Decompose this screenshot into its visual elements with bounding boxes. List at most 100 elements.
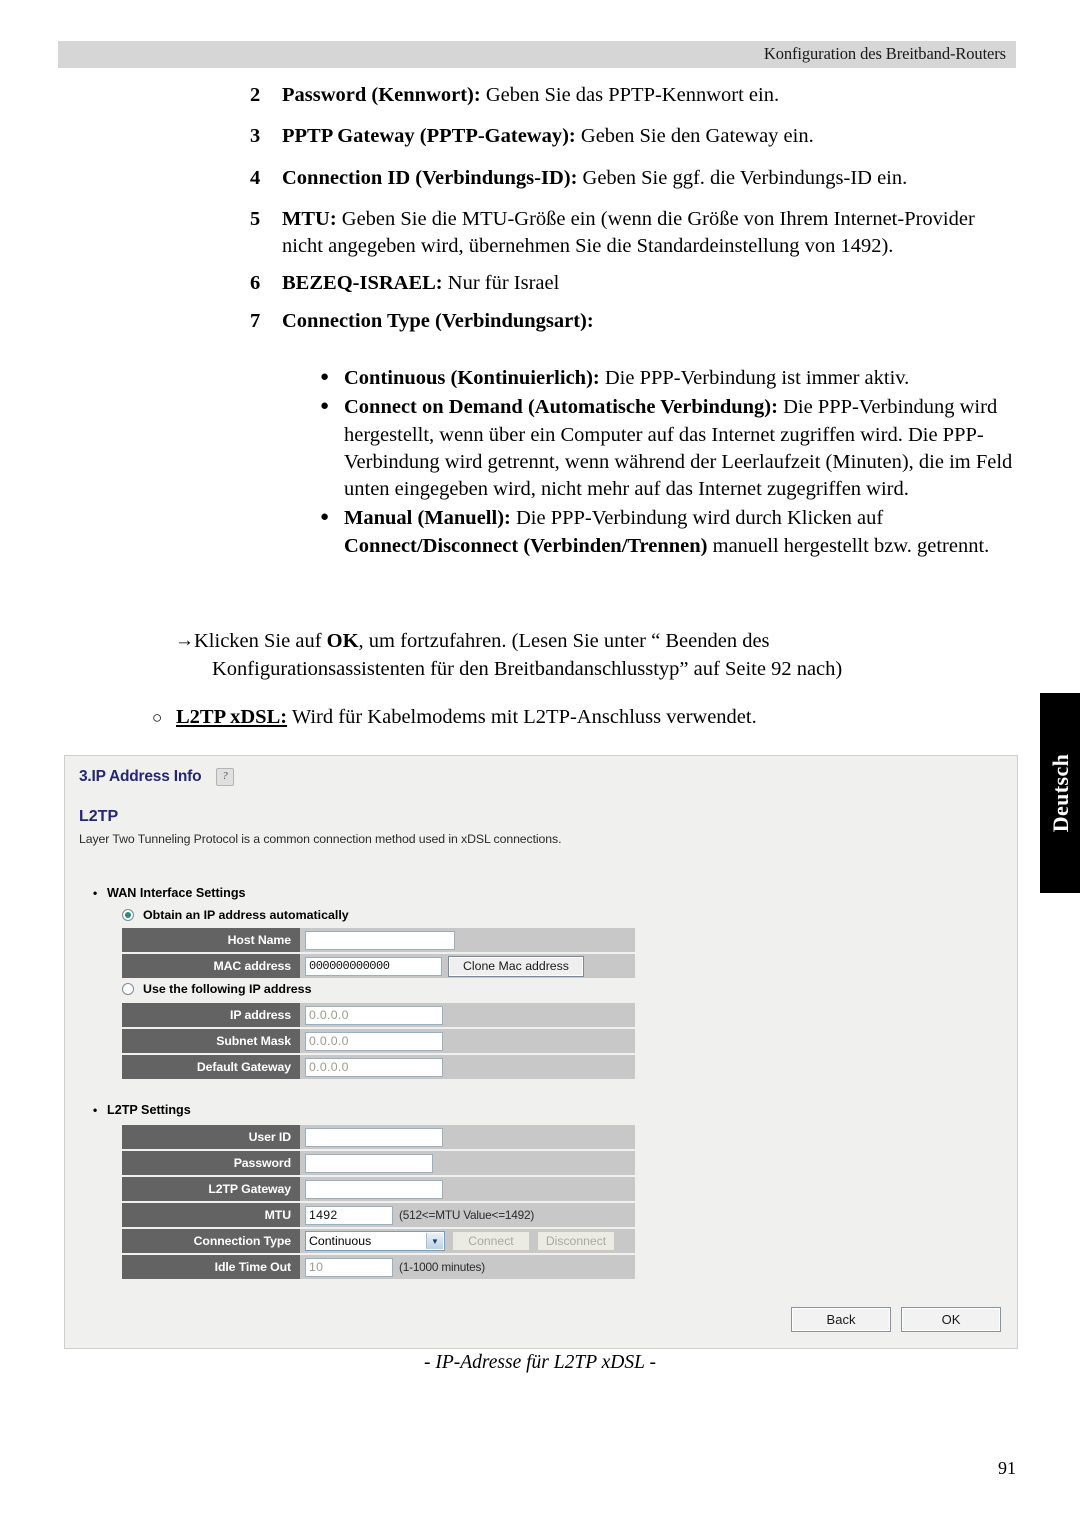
step-item: 7 Connection Type (Verbindungsart):: [250, 308, 1020, 335]
step-body: Password (Kennwort): Geben Sie das PPTP-…: [282, 82, 1020, 109]
page-number: 91: [998, 1458, 1016, 1478]
step-text: Geben Sie die MTU-Größe ein (wenn die Gr…: [282, 207, 975, 257]
connect-button[interactable]: Connect: [452, 1231, 530, 1251]
step-item: 6 BEZEQ-ISRAEL: Nur für Israel: [250, 270, 1020, 297]
mac-address-input[interactable]: 000000000000: [305, 956, 442, 976]
router-config-screenshot: 3.IP Address Info ? L2TP Layer Two Tunne…: [64, 755, 1018, 1349]
bullet-bold-term-2: Connect/Disconnect (Verbinden/Trennen): [344, 534, 708, 557]
radio-use-following-ip-icon[interactable]: [122, 983, 134, 995]
step-text: Geben Sie das PPTP-Kennwort ein.: [480, 84, 780, 106]
host-name-input[interactable]: [305, 930, 455, 950]
connection-type-select[interactable]: Continuous ▼: [305, 1231, 445, 1251]
group-heading-wan-interface-settings: • WAN Interface Settings: [93, 886, 246, 900]
step-bold-term: Connection Type (Verbindungsart):: [282, 309, 594, 332]
step-body: Connection Type (Verbindungsart):: [282, 308, 1020, 335]
step-body: PPTP Gateway (PPTP-Gateway): Geben Sie d…: [282, 123, 1020, 150]
bullet-item: ● Connect on Demand (Automatische Verbin…: [320, 394, 1020, 503]
ok-button[interactable]: OK: [901, 1307, 1001, 1332]
field-label-connection-type: Connection Type: [122, 1229, 300, 1253]
step-item: 2 Password (Kennwort): Geben Sie das PPT…: [250, 82, 1020, 109]
l2tp-gateway-input[interactable]: [305, 1179, 443, 1199]
radio-obtain-ip-automatically-label: Obtain an IP address automatically: [143, 908, 349, 922]
field-row-subnet-mask: Subnet Mask 0.0.0.0: [122, 1029, 635, 1053]
field-row-mac-address: MAC address 000000000000 Clone Mac addre…: [122, 954, 635, 978]
l2tp-xdsl-body: L2TP xDSL: Wird für Kabelmodems mit L2TP…: [176, 706, 757, 729]
step-item: 3 PPTP Gateway (PPTP-Gateway): Geben Sie…: [250, 123, 1020, 150]
ok-instruction-pre: Klicken Sie auf: [194, 630, 327, 652]
field-row-connection-type: Connection Type Continuous ▼ Connect Dis…: [122, 1229, 635, 1253]
section-description: Layer Two Tunneling Protocol is a common…: [79, 832, 562, 846]
numbered-step-list: 2 Password (Kennwort): Geben Sie das PPT…: [250, 82, 1020, 339]
step-item: 5 MTU: Geben Sie die MTU-Größe ein (wenn…: [250, 206, 1020, 261]
bullet-item: ● Continuous (Kontinuierlich): Die PPP-V…: [320, 365, 1020, 392]
radio-obtain-ip-automatically-icon[interactable]: [122, 909, 134, 921]
group-heading-label: WAN Interface Settings: [107, 886, 246, 900]
help-icon[interactable]: ?: [216, 768, 234, 786]
back-button[interactable]: Back: [791, 1307, 891, 1332]
bullet-text-2: manuell hergestellt bzw. getrennt.: [707, 534, 990, 557]
step-bold-term: BEZEQ-ISRAEL:: [282, 272, 443, 295]
disconnect-button[interactable]: Disconnect: [537, 1231, 615, 1251]
open-circle-bullet-icon: ○: [152, 708, 163, 727]
step-text: Geben Sie ggf. die Verbindungs-ID ein.: [577, 166, 908, 189]
step-body: MTU: Geben Sie die MTU-Größe ein (wenn d…: [282, 206, 1020, 261]
step-bold-term: Password (Kennwort):: [282, 84, 481, 106]
field-label-mtu: MTU: [122, 1203, 300, 1227]
step-text: Geben Sie den Gateway ein.: [575, 125, 814, 148]
field-row-mtu: MTU 1492 (512<=MTU Value<=1492): [122, 1203, 635, 1227]
bullet-dot-icon: ●: [320, 398, 330, 415]
radio-obtain-ip-automatically[interactable]: Obtain an IP address automatically: [122, 908, 349, 922]
idle-time-out-input[interactable]: 10: [305, 1257, 393, 1277]
subnet-mask-input[interactable]: 0.0.0.0: [305, 1031, 443, 1051]
mtu-input[interactable]: 1492: [305, 1205, 393, 1225]
arrow-right-icon: →: [175, 630, 194, 651]
ok-instruction-line2: Konfigurationsassistenten für den Breitb…: [212, 657, 843, 680]
field-row-l2tp-gateway: L2TP Gateway: [122, 1177, 635, 1201]
step-number: 5: [250, 207, 261, 230]
panel-title: 3.IP Address Info: [79, 768, 202, 785]
field-row-idle-time-out: Idle Time Out 10 (1-1000 minutes): [122, 1255, 635, 1279]
connection-type-bullet-list: ● Continuous (Kontinuierlich): Die PPP-V…: [320, 365, 1020, 562]
field-row-password: Password: [122, 1151, 635, 1175]
ip-address-input[interactable]: 0.0.0.0: [305, 1005, 443, 1025]
user-id-input[interactable]: [305, 1127, 443, 1147]
bullet-body: Manual (Manuell): Die PPP-Verbindung wir…: [344, 505, 1020, 560]
field-row-ip-address: IP address 0.0.0.0: [122, 1003, 635, 1027]
bullet-bold-term: Continuous (Kontinuierlich):: [344, 367, 600, 389]
step-bold-term: PPTP Gateway (PPTP-Gateway):: [282, 125, 576, 148]
radio-use-following-ip-label: Use the following IP address: [143, 982, 312, 996]
group-heading-label: L2TP Settings: [107, 1103, 191, 1117]
clone-mac-address-button[interactable]: Clone Mac address: [448, 955, 584, 977]
default-gateway-input[interactable]: 0.0.0.0: [305, 1057, 443, 1077]
ok-instruction-body: Klicken Sie auf OK, um fortzufahren. (Le…: [194, 628, 965, 684]
ok-instruction-bold: OK: [326, 630, 359, 652]
ok-instruction-post: , um fortzufahren. (Lesen Sie unter “ Be…: [358, 630, 770, 652]
radio-use-following-ip[interactable]: Use the following IP address: [122, 982, 311, 996]
ok-instruction-paragraph: → Klicken Sie auf OK, um fortzufahren. (…: [175, 628, 965, 684]
bullet-bold-term: Connect on Demand (Automatische Verbindu…: [344, 396, 778, 419]
step-number: 3: [250, 125, 261, 148]
step-bold-term: MTU:: [282, 207, 337, 230]
field-row-default-gateway: Default Gateway 0.0.0.0: [122, 1055, 635, 1079]
field-row-host-name: Host Name: [122, 928, 635, 952]
step-number: 2: [250, 84, 261, 106]
step-number: 7: [250, 309, 261, 332]
l2tp-xdsl-text: Wird für Kabelmodems mit L2TP-Anschluss …: [287, 706, 757, 728]
step-text: Nur für Israel: [442, 272, 560, 295]
field-label-password: Password: [122, 1151, 300, 1175]
step-item: 4 Connection ID (Verbindungs-ID): Geben …: [250, 165, 1020, 192]
bullet-body: Connect on Demand (Automatische Verbindu…: [344, 394, 1020, 503]
group-bullet-icon: •: [93, 1103, 98, 1117]
bullet-text: Die PPP-Verbindung ist immer aktiv.: [599, 367, 910, 389]
chevron-down-icon[interactable]: ▼: [426, 1233, 443, 1249]
running-header-band: Konfiguration des Breitband-Routers: [58, 41, 1016, 68]
field-label-l2tp-gateway: L2TP Gateway: [122, 1177, 300, 1201]
password-input[interactable]: [305, 1153, 433, 1173]
step-body: Connection ID (Verbindungs-ID): Geben Si…: [282, 165, 1020, 192]
section-title: L2TP: [79, 808, 119, 825]
step-bold-term: Connection ID (Verbindungs-ID):: [282, 166, 578, 189]
field-label-host-name: Host Name: [122, 928, 300, 952]
connection-type-selected-value: Continuous: [309, 1234, 372, 1248]
step-number: 6: [250, 272, 261, 295]
bullet-bold-term: Manual (Manuell):: [344, 507, 511, 530]
